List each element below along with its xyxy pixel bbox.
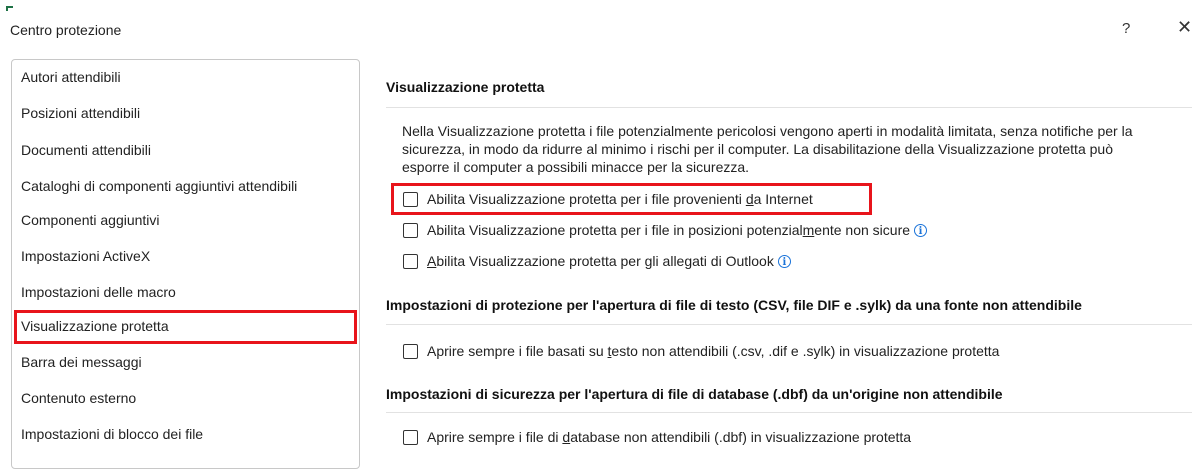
option-label: Abilita Visualizzazione protetta per gli…	[427, 253, 774, 269]
sidebar-item-external-content[interactable]: Contenuto esterno	[21, 390, 136, 406]
sidebar-item-file-block-settings[interactable]: Impostazioni di blocco dei file	[21, 426, 203, 442]
database-files-heading: Impostazioni di sicurezza per l'apertura…	[386, 386, 1003, 402]
sidebar-item-message-bar[interactable]: Barra dei messaggi	[21, 354, 142, 370]
info-icon[interactable]: i	[777, 254, 791, 268]
section-divider	[386, 324, 1192, 325]
option-unsafe-locations[interactable]: Abilita Visualizzazione protetta per i f…	[403, 221, 928, 239]
checkbox[interactable]	[403, 253, 418, 269]
checkbox[interactable]	[403, 429, 418, 445]
checkbox[interactable]	[403, 343, 418, 359]
option-database-files[interactable]: Aprire sempre i file di database non att…	[403, 428, 911, 446]
info-icon[interactable]: i	[914, 223, 928, 237]
help-button[interactable]: ?	[1122, 20, 1130, 37]
protected-view-description: Nella Visualizzazione protetta i file po…	[402, 123, 1133, 175]
section-divider	[386, 412, 1192, 413]
text-files-heading: Impostazioni di protezione per l'apertur…	[386, 297, 1082, 313]
option-text-files[interactable]: Aprire sempre i file basati su testo non…	[403, 342, 999, 360]
sidebar-item-addins[interactable]: Componenti aggiuntivi	[21, 212, 160, 228]
sidebar-item-trusted-locations[interactable]: Posizioni attendibili	[21, 105, 140, 121]
option-label: Aprire sempre i file di database non att…	[427, 429, 912, 445]
window-title: Centro protezione	[10, 22, 122, 38]
sidebar-item-activex-settings[interactable]: Impostazioni ActiveX	[21, 248, 150, 264]
option-label: Aprire sempre i file basati su testo non…	[427, 343, 1000, 359]
sidebar-item-macro-settings[interactable]: Impostazioni delle macro	[21, 284, 176, 300]
option-highlight-box	[391, 183, 872, 215]
window-accent-mark	[6, 6, 13, 11]
option-label: Abilita Visualizzazione protetta per i f…	[427, 222, 911, 238]
protected-view-heading: Visualizzazione protetta	[386, 79, 545, 95]
sidebar-item-trusted-documents[interactable]: Documenti attendibili	[21, 142, 151, 158]
sidebar-item-trusted-addin-catalogs[interactable]: Cataloghi di componenti aggiuntivi atten…	[21, 178, 297, 194]
checkbox[interactable]	[403, 222, 418, 238]
option-outlook-attachments[interactable]: Abilita Visualizzazione protetta per gli…	[403, 252, 791, 270]
section-divider	[386, 107, 1192, 108]
close-button[interactable]: ✕	[1177, 18, 1192, 36]
sidebar-selection-highlight	[14, 310, 357, 344]
sidebar-item-trusted-publishers[interactable]: Autori attendibili	[21, 69, 121, 85]
